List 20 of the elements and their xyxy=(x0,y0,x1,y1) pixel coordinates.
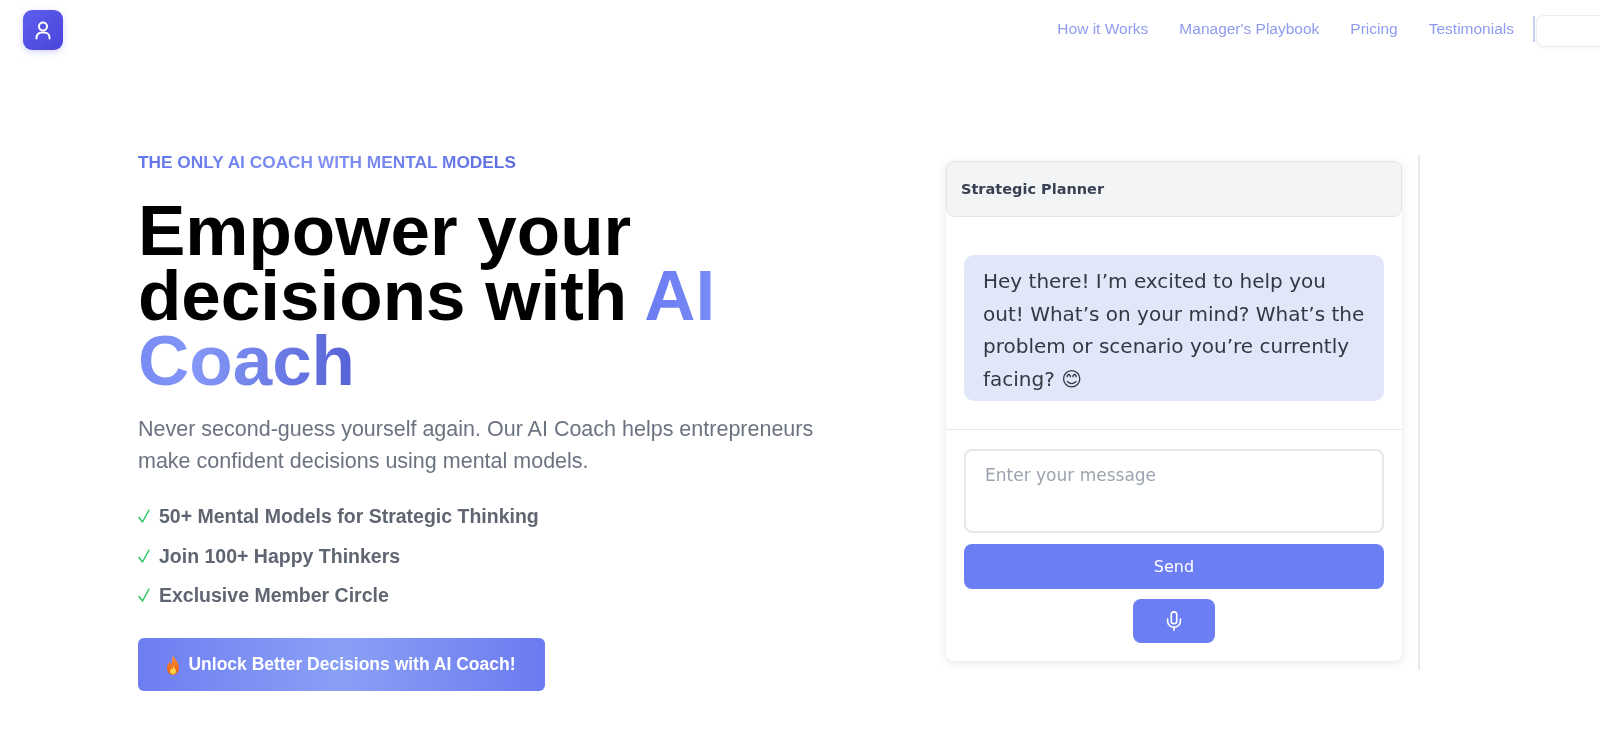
check-icon xyxy=(138,509,150,523)
send-button[interactable]: Send xyxy=(964,544,1384,589)
chat-title: Strategic Planner xyxy=(961,181,1105,197)
person-icon[interactable] xyxy=(23,10,63,50)
microphone-button[interactable] xyxy=(1133,599,1215,643)
eyebrow-text: THE ONLY AI COACH WITH MENTAL MODELS xyxy=(138,153,516,171)
nav-link[interactable]: Testimonials xyxy=(1428,20,1514,38)
nav-link[interactable]: Pricing xyxy=(1350,20,1398,38)
feature-text: 50+ Mental Models for Strategic Thinking xyxy=(159,504,539,529)
nav-link[interactable]: How it Works xyxy=(1057,20,1149,38)
check-icon xyxy=(138,588,150,602)
feature-text: Join 100+ Happy Thinkers xyxy=(159,543,401,569)
cta-button[interactable]: Unlock Better Decisions with AI Coach! xyxy=(138,638,545,691)
message-input[interactable]: Enter your message xyxy=(964,449,1384,533)
feature-text: Exclusive Member Circle xyxy=(159,583,389,608)
check-icon xyxy=(138,548,150,563)
message-text: Hey there! I’m excited to help you out! What’s on your mind? What’s the problem or scenario you’re currently facing? 😊 xyxy=(983,268,1366,393)
hero-description: Never second-guess yourself again. Our AI Coach helps entrepreneurs make confident decisions using mental models. xyxy=(138,416,815,475)
fire-icon xyxy=(167,654,180,675)
nav-link[interactable]: Manager's Playbook xyxy=(1179,20,1320,38)
